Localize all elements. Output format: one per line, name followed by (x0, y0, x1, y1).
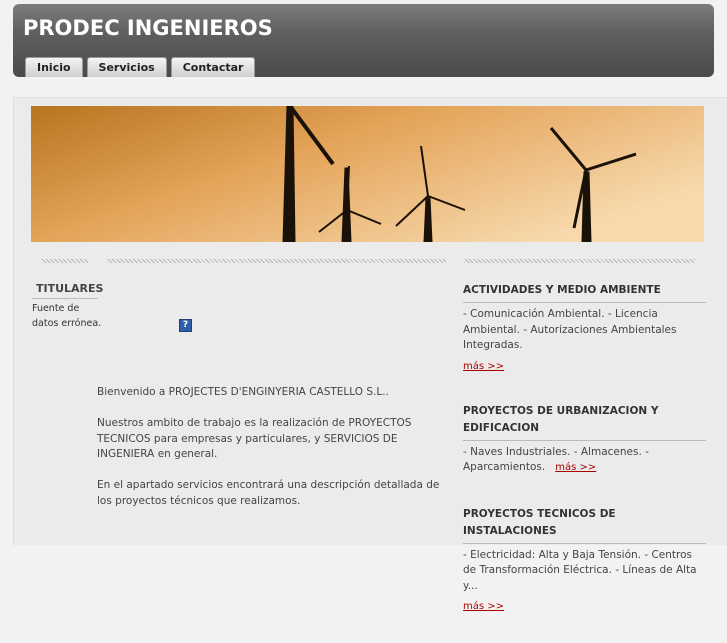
nav-tab-servicios[interactable]: Servicios (86, 57, 167, 77)
divider (41, 259, 88, 263)
help-icon[interactable]: ? (179, 319, 192, 332)
sidebar-heading: TITULARES (36, 282, 104, 295)
services-paragraph: En el apartado servicios encontrará una … (97, 479, 440, 507)
more-link[interactable]: más >> (463, 361, 504, 372)
scope-paragraph: Nuestros ambito de trabajo es la realiza… (97, 417, 412, 460)
main-nav: Inicio Servicios Contactar (25, 57, 256, 77)
service-section-instalaciones: PROYECTOS TECNICOS DE INSTALACIONES - El… (463, 506, 706, 614)
services-column: ACTIVIDADES Y MEDIO AMBIENTE - Comunicac… (463, 282, 706, 643)
section-title: ACTIVIDADES Y MEDIO AMBIENTE (463, 284, 661, 296)
sidebar-divider (32, 298, 98, 299)
wind-turbines-image (31, 106, 704, 242)
section-divider (463, 439, 706, 441)
service-section-urbanizacion: PROYECTOS DE URBANIZACION Y EDIFICACION … (463, 403, 706, 476)
section-divider (463, 542, 706, 544)
section-title: PROYECTOS TECNICOS DE INSTALACIONES (463, 507, 616, 537)
nav-tab-inicio[interactable]: Inicio (25, 57, 83, 77)
more-link[interactable]: más >> (555, 462, 596, 473)
welcome-text: Bienvenido a PROJECTES D'ENGINYERIA CAST… (97, 385, 447, 525)
nav-tab-contactar[interactable]: Contactar (170, 57, 256, 77)
section-body: - Electricidad: Alta y Baja Tensión. - C… (463, 548, 697, 592)
section-title: PROYECTOS DE URBANIZACION Y EDIFICACION (463, 404, 659, 434)
section-body: - Naves Industriales. - Almacenes. - Apa… (463, 445, 706, 476)
section-body: - Comunicación Ambiental. - Licencia Amb… (463, 308, 677, 351)
divider (464, 259, 695, 263)
divider (107, 259, 446, 263)
section-divider (463, 302, 706, 303)
site-header: PRODEC INGENIEROS Inicio Servicios Conta… (13, 4, 714, 77)
banner-image (31, 106, 704, 242)
site-title: PRODEC INGENIEROS (23, 16, 273, 40)
service-section-ambiente: ACTIVIDADES Y MEDIO AMBIENTE - Comunicac… (463, 282, 706, 373)
sidebar-text: Fuente de datos errónea. (32, 303, 102, 329)
more-link[interactable]: más >> (463, 601, 504, 612)
welcome-paragraph: Bienvenido a PROJECTES D'ENGINYERIA CAST… (97, 386, 389, 398)
